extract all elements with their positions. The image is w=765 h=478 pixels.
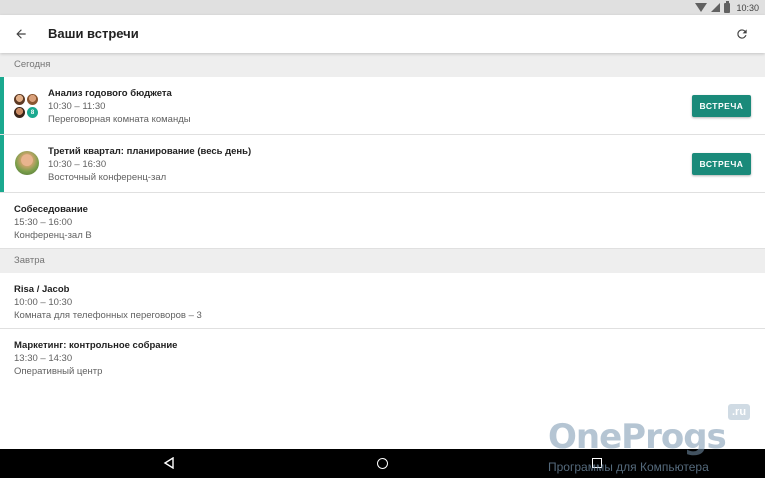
event-row[interactable]: Собеседование 15:30 – 16:00 Конференц-за… — [0, 193, 765, 249]
event-room: Конференц-зал B — [14, 230, 92, 241]
nav-home-icon[interactable] — [377, 458, 388, 469]
event-title: Risa / Jacob — [14, 284, 70, 295]
avatar — [15, 151, 39, 175]
event-details: Третий квартал: планирование (весь день)… — [48, 145, 251, 184]
wifi-icon — [695, 3, 708, 12]
event-details: Risa / Jacob 10:00 – 10:30 Комната для т… — [14, 283, 202, 322]
event-title: Собеседование — [14, 204, 88, 215]
signal-icon — [711, 3, 721, 12]
status-time: 10:30 — [736, 2, 759, 13]
event-time: 10:00 – 10:30 — [14, 297, 73, 308]
battery-icon — [724, 0, 731, 13]
event-row[interactable]: 8 Анализ годового бюджета 10:30 – 11:30 … — [0, 77, 765, 135]
event-details: Собеседование 15:30 – 16:00 Конференц-за… — [14, 203, 92, 242]
navigation-bar — [0, 449, 765, 478]
avatar-group: 8 — [13, 93, 39, 119]
event-title: Анализ годового бюджета — [48, 88, 172, 99]
nav-recents-icon[interactable] — [592, 458, 602, 468]
page-title: Ваши встречи — [48, 26, 139, 41]
event-room: Комната для телефонных переговоров – 3 — [14, 310, 202, 321]
refresh-button[interactable] — [731, 23, 753, 45]
event-room: Восточный конференц-зал — [48, 172, 167, 183]
status-icons: 10:30 — [695, 0, 759, 14]
avatar — [26, 93, 39, 106]
event-row[interactable]: Маркетинг: контрольное собрание 13:30 – … — [0, 329, 765, 385]
event-title: Маркетинг: контрольное собрание — [14, 340, 178, 351]
back-button[interactable] — [10, 23, 32, 45]
event-time: 10:30 – 11:30 — [48, 101, 106, 112]
event-row[interactable]: Третий квартал: планирование (весь день)… — [0, 135, 765, 193]
meet-button[interactable]: ВСТРЕЧА — [692, 153, 751, 175]
event-time: 15:30 – 16:00 — [14, 217, 73, 228]
status-bar: 10:30 — [0, 0, 765, 15]
event-room: Оперативный центр — [14, 366, 103, 377]
event-details: Маркетинг: контрольное собрание 13:30 – … — [14, 339, 177, 378]
event-room: Переговорная комната команды — [48, 114, 191, 125]
meetings-list: Сегодня 8 Анализ годового бюджета 10:30 … — [0, 53, 765, 449]
event-time: 10:30 – 16:30 — [48, 159, 107, 170]
refresh-icon — [737, 29, 747, 39]
arrow-back-icon — [16, 29, 26, 39]
section-header-tomorrow: Завтра — [0, 249, 765, 273]
nav-back-icon[interactable] — [163, 457, 175, 469]
event-row[interactable]: Risa / Jacob 10:00 – 10:30 Комната для т… — [0, 273, 765, 329]
event-details: Анализ годового бюджета 10:30 – 11:30 Пе… — [48, 87, 191, 126]
avatar — [13, 106, 26, 119]
app-bar: Ваши встречи — [0, 15, 765, 53]
event-time: 13:30 – 14:30 — [14, 353, 73, 364]
meet-button[interactable]: ВСТРЕЧА — [692, 95, 751, 117]
avatar — [13, 93, 26, 106]
avatar-count-badge: 8 — [26, 106, 39, 119]
event-title: Третий квартал: планирование (весь день) — [48, 146, 252, 157]
section-header-today: Сегодня — [0, 53, 765, 77]
